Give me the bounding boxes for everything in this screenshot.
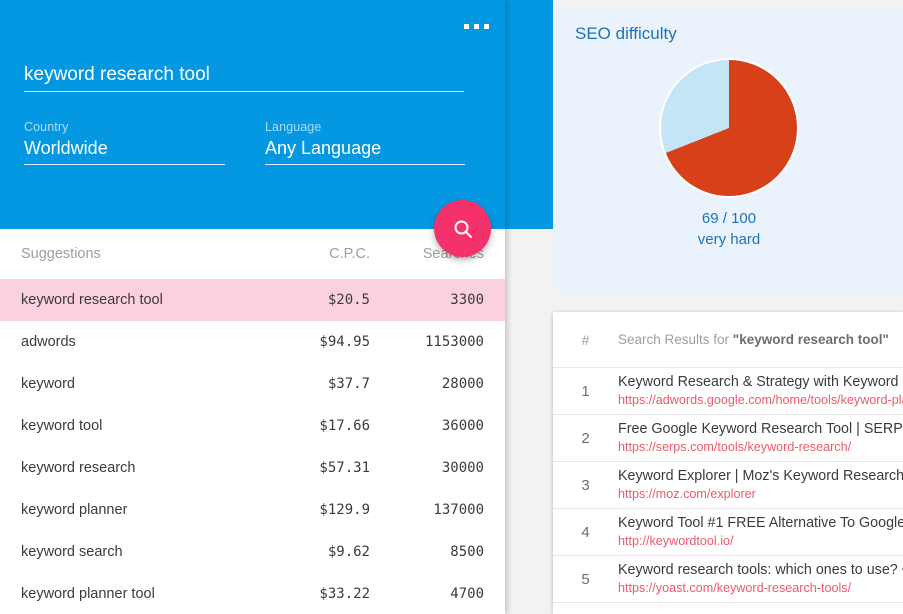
search-results-row-list: 1 Keyword Research & Strategy with Keywor…	[553, 368, 903, 603]
search-result-rank: 2	[581, 429, 590, 447]
dot-1	[464, 24, 469, 29]
suggestion-keyword: keyword tool	[21, 418, 103, 434]
suggestion-row[interactable]: keyword search $9.62 8500	[0, 531, 505, 573]
search-result-row[interactable]: 1 Keyword Research & Strategy with Keywor…	[553, 368, 903, 415]
keyword-query-value[interactable]: keyword research tool	[24, 62, 464, 88]
search-result-title[interactable]: Keyword Research & Strategy with Keyword…	[618, 373, 903, 392]
suggestion-searches: 30000	[441, 460, 484, 476]
search-button[interactable]	[434, 200, 491, 257]
suggestion-keyword: keyword research tool	[21, 292, 163, 308]
suggestion-keyword: keyword search	[21, 544, 123, 560]
field-underline	[24, 91, 464, 92]
suggestion-searches: 28000	[441, 376, 484, 392]
seo-difficulty-chart: 69 / 100 very hard	[553, 58, 903, 250]
language-value[interactable]: Any Language	[265, 135, 465, 161]
suggestion-row[interactable]: keyword planner $129.9 137000	[0, 489, 505, 531]
suggestion-searches: 36000	[441, 418, 484, 434]
suggestion-cpc: $9.62	[327, 544, 370, 560]
more-horizontal-icon[interactable]	[460, 20, 493, 33]
search-result-url[interactable]: https://moz.com/explorer	[618, 486, 903, 503]
app-root: keyword research tool Country Worldwide …	[0, 0, 903, 614]
search-result-body: Keyword Research & Strategy with Keyword…	[618, 373, 903, 409]
search-result-title[interactable]: Keyword Tool #1 FREE Alternative To Goog…	[618, 514, 903, 533]
suggestion-row[interactable]: adwords $94.95 1153000	[0, 321, 505, 363]
seo-score-rating: very hard	[697, 231, 761, 248]
suggestion-row[interactable]: keyword tool $17.66 36000	[0, 405, 505, 447]
suggestion-keyword: adwords	[21, 334, 76, 350]
search-header: keyword research tool Country Worldwide …	[0, 0, 505, 257]
search-result-url[interactable]: http://keywordtool.io/	[618, 533, 903, 550]
suggestion-row[interactable]: keyword $37.7 28000	[0, 363, 505, 405]
search-result-row[interactable]: 4 Keyword Tool #1 FREE Alternative To Goo…	[553, 509, 903, 556]
suggestion-row[interactable]: keyword planner tool $33.22 4700	[0, 573, 505, 614]
field-underline	[265, 164, 465, 165]
dot-2	[474, 24, 479, 29]
seo-difficulty-card: SEO difficulty 69 / 100 very hard	[553, 8, 903, 291]
suggestion-cpc: $129.9	[319, 502, 370, 518]
search-result-title[interactable]: Keyword research tools: which ones to us…	[618, 561, 903, 580]
results-header-prefix: Search Results for	[618, 332, 733, 347]
suggestion-cpc: $94.95	[319, 334, 370, 350]
column-header-rank: #	[581, 331, 590, 348]
language-label: Language	[265, 120, 322, 134]
search-result-title[interactable]: Keyword Explorer | Moz's Keyword Researc…	[618, 467, 903, 486]
search-results-card: # Search Results for "keyword research t…	[553, 312, 903, 614]
language-field[interactable]: Language Any Language	[265, 119, 465, 165]
search-result-rank: 1	[581, 382, 590, 400]
column-header-suggestions: Suggestions	[21, 246, 101, 262]
search-result-url[interactable]: https://serps.com/tools/keyword-research…	[618, 439, 903, 456]
search-result-body: Free Google Keyword Research Tool | SERP…	[618, 420, 903, 456]
search-results-header-row: # Search Results for "keyword research t…	[553, 312, 903, 368]
search-result-body: Keyword Tool #1 FREE Alternative To Goog…	[618, 514, 903, 550]
search-result-rank: 3	[581, 476, 590, 494]
suggestion-keyword: keyword planner	[21, 502, 128, 518]
results-header-query: "keyword research tool"	[732, 332, 889, 347]
search-result-body: Keyword Explorer | Moz's Keyword Researc…	[618, 467, 903, 503]
search-result-row[interactable]: 2 Free Google Keyword Research Tool | SER…	[553, 415, 903, 462]
suggestion-row[interactable]: keyword research $57.31 30000	[0, 447, 505, 489]
suggestion-searches: 137000	[433, 502, 484, 518]
suggestion-row[interactable]: keyword research tool $20.5 3300	[0, 279, 505, 321]
suggestions-table: Suggestions C.P.C. Searches keyword rese…	[0, 229, 505, 614]
field-underline	[24, 164, 225, 165]
right-column: SEO difficulty 69 / 100 very hard # Sear…	[553, 0, 903, 614]
suggestion-cpc: $20.5	[327, 292, 370, 308]
search-result-rank: 4	[581, 523, 590, 541]
search-result-url[interactable]: https://adwords.google.com/home/tools/ke…	[618, 392, 903, 409]
suggestions-row-list: keyword research tool $20.5 3300 adwords $94…	[0, 279, 505, 614]
seo-difficulty-title: SEO difficulty	[575, 24, 677, 43]
suggestion-keyword: keyword	[21, 376, 75, 392]
suggestion-keyword: keyword research	[21, 460, 136, 476]
suggestion-searches: 4700	[450, 586, 484, 602]
suggestion-searches: 3300	[450, 292, 484, 308]
search-icon	[452, 218, 474, 240]
keyword-query-field[interactable]: keyword research tool	[24, 62, 464, 92]
search-result-url[interactable]: https://yoast.com/keyword-research-tools…	[618, 580, 903, 597]
seo-score-caption: 69 / 100 very hard	[698, 208, 761, 250]
country-label: Country	[24, 120, 69, 134]
column-header-cpc: C.P.C.	[329, 246, 370, 262]
country-field[interactable]: Country Worldwide	[24, 119, 225, 165]
keyword-search-card: keyword research tool Country Worldwide …	[0, 0, 505, 614]
search-result-row[interactable]: 3 Keyword Explorer | Moz's Keyword Resear…	[553, 462, 903, 509]
search-result-rank: 5	[581, 570, 590, 588]
seo-score-value: 69 / 100	[701, 210, 757, 227]
country-value[interactable]: Worldwide	[24, 135, 225, 161]
suggestion-cpc: $17.66	[319, 418, 370, 434]
suggestion-cpc: $57.31	[319, 460, 370, 476]
suggestion-keyword: keyword planner tool	[21, 586, 155, 602]
suggestion-cpc: $33.22	[319, 586, 370, 602]
suggestion-cpc: $37.7	[327, 376, 370, 392]
seo-pie-chart	[659, 58, 799, 198]
column-header-results: Search Results for "keyword research too…	[618, 332, 889, 347]
suggestion-searches: 1153000	[424, 334, 484, 350]
suggestion-searches: 8500	[450, 544, 484, 560]
dot-3	[484, 24, 489, 29]
suggestions-header-row: Suggestions C.P.C. Searches	[0, 229, 505, 279]
search-result-title[interactable]: Free Google Keyword Research Tool | SERP…	[618, 420, 903, 439]
search-result-row[interactable]: 5 Keyword research tools: which ones to u…	[553, 556, 903, 603]
search-result-body: Keyword research tools: which ones to us…	[618, 561, 903, 597]
